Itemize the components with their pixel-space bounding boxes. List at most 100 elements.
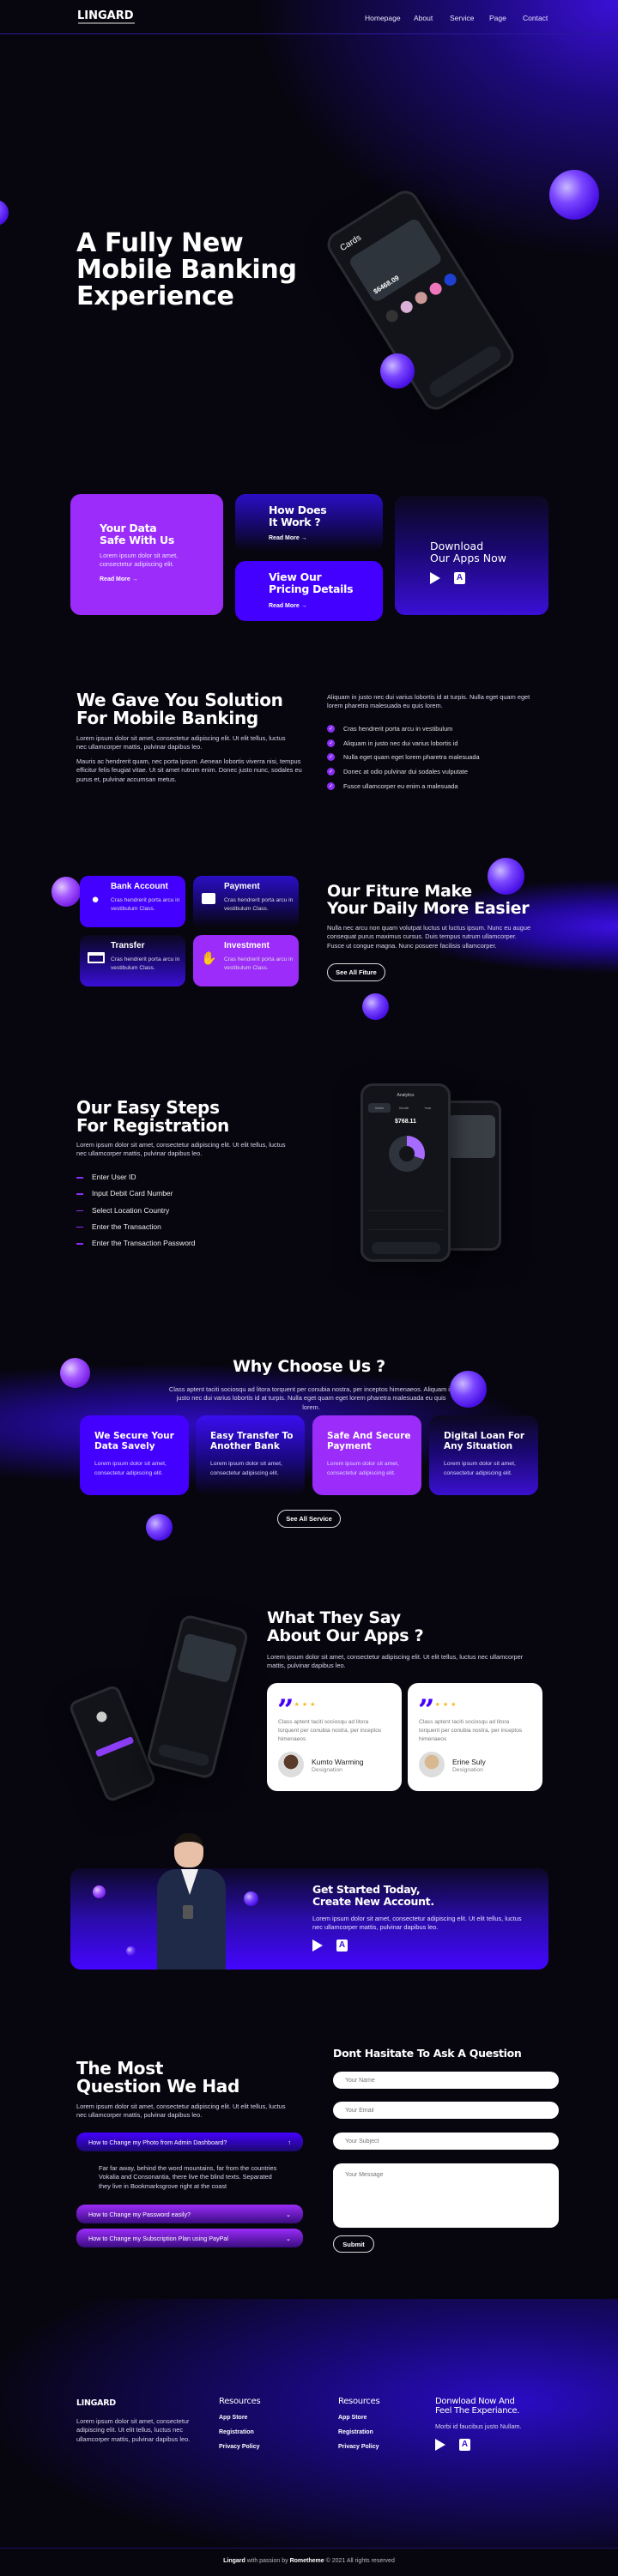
nav-page[interactable]: Page — [489, 14, 506, 22]
contact-title: Dont Hasitate To Ask A Question — [333, 2047, 522, 2060]
submit-button[interactable]: Submit — [333, 2235, 374, 2253]
decorative-sphere — [126, 1946, 136, 1956]
store-icons: A — [312, 1940, 348, 1952]
service-payment[interactable]: Payment Cras hendrerit porta arcu in ves… — [193, 876, 299, 927]
footer-resources-1: Resources — [219, 2397, 261, 2406]
message-textarea[interactable] — [333, 2163, 559, 2228]
steps-desc: Lorem ipsum dolor sit amet, consectetur … — [76, 1141, 286, 1158]
faq-item[interactable]: How to Change my Subscription Plan using… — [76, 2229, 303, 2247]
email-input[interactable] — [333, 2102, 559, 2119]
google-play-icon[interactable] — [312, 1940, 323, 1952]
read-more-link[interactable]: Read More → — [269, 535, 307, 541]
feature-card-pricing[interactable]: View Our Pricing Details Read More → — [235, 561, 383, 621]
woman-with-phone-image — [150, 1831, 231, 1970]
phone-tab: Year — [424, 1106, 432, 1110]
decorative-sphere — [549, 170, 599, 220]
faq-question: How to Change my Subscription Plan using… — [88, 2234, 229, 2242]
why-card[interactable]: We Secure Your Data Savely Lorem ipsum dol… — [80, 1415, 189, 1495]
transfer-phone-mockup — [67, 1683, 158, 1804]
reviewer-role: Designation — [452, 1767, 483, 1773]
read-more-link[interactable]: Read More → — [100, 576, 138, 582]
why-card-title: Safe And Secure Payment — [327, 1431, 411, 1451]
hero-phone-mockup: Cards $6468.09 — [322, 185, 519, 415]
step-item: Select Location Country — [76, 1206, 169, 1215]
service-title: Investment — [224, 941, 270, 950]
feature-card-data-safe[interactable]: Your Data Safe With Us Lorem ipsum dolor … — [70, 494, 223, 615]
service-desc: Cras hendrerit porta arcu in vestibulum … — [111, 956, 180, 971]
nav-contact[interactable]: Contact — [523, 14, 548, 22]
service-transfer[interactable]: Transfer Cras hendrerit porta arcu in ve… — [80, 935, 185, 986]
why-card[interactable]: Digital Loan For Any Situation Lorem ipsum… — [429, 1415, 538, 1495]
footer-link[interactable]: Privacy Policy — [338, 2444, 379, 2450]
cards-phone-mockup — [145, 1613, 250, 1781]
google-play-icon[interactable] — [435, 2439, 445, 2451]
phone-mockup-back — [442, 1101, 501, 1251]
logo-tagline — [78, 22, 135, 24]
service-investment[interactable]: ✋ Investment Cras hendrerit porta arcu i… — [193, 935, 299, 986]
service-desc: Cras hendrerit porta arcu in vestibulum … — [111, 897, 180, 912]
footer-link[interactable]: Privacy Policy — [219, 2444, 259, 2450]
why-card[interactable]: Easy Transfer To Another Bank Lorem ipsum … — [196, 1415, 305, 1495]
faq-question: How to Change my Password easily? — [88, 2210, 191, 2218]
logo[interactable]: LINGARD — [77, 9, 134, 22]
faq-answer: Far far away, behind the word mountains,… — [99, 2164, 277, 2190]
why-card-desc: Lorem ipsum dolor sit amet, consectetur … — [210, 1461, 282, 1476]
google-play-icon[interactable] — [430, 572, 440, 584]
donut-chart — [389, 1136, 425, 1172]
why-card-desc: Lorem ipsum dolor sit amet, consectetur … — [94, 1461, 167, 1476]
decorative-sphere — [244, 1891, 258, 1906]
why-card[interactable]: Safe And Secure Payment Lorem ipsum dolor … — [312, 1415, 421, 1495]
footer-logo[interactable]: LINGARD — [76, 2398, 116, 2408]
phone-amount: $768.11 — [395, 1119, 416, 1125]
faq-item[interactable]: How to Change my Password easily? ⌄ — [76, 2205, 303, 2223]
step-item: Input Debit Card Number — [76, 1189, 173, 1198]
check-list-item: ✓ Fusce ullamcorper eu enim a malesuada — [327, 781, 458, 790]
footer-link[interactable]: Registration — [338, 2429, 373, 2435]
service-title: Payment — [224, 882, 260, 891]
check-list-item: ✓ Cras hendrerit porta arcu in vestibulum — [327, 725, 453, 733]
subject-input[interactable] — [333, 2133, 559, 2150]
hero-glow — [0, 0, 618, 446]
check-list-item: ✓ Donec at odio pulvinar dui sodales vulp… — [327, 768, 469, 776]
footer-download-title: Donwload Now And Feel The Experiance. — [435, 2397, 520, 2416]
hero-title-line: Mobile Banking — [76, 255, 297, 285]
decorative-sphere — [93, 1885, 106, 1898]
why-card-title: Digital Loan For Any Situation — [444, 1431, 525, 1451]
see-all-service-button[interactable]: See All Service — [277, 1510, 341, 1528]
nav-about[interactable]: About — [414, 14, 433, 22]
card-title: How Does It Work ? — [269, 504, 327, 528]
service-desc: Cras hendrerit porta arcu in vestibulum … — [224, 956, 294, 971]
name-input[interactable] — [333, 2072, 559, 2089]
feature-card-how-it-works[interactable]: How Does It Work ? Read More → — [235, 494, 383, 552]
check-circle-icon: ✓ — [327, 753, 335, 762]
app-store-icon[interactable]: A — [336, 1940, 348, 1952]
wallet-icon — [201, 893, 216, 907]
user-icon: ● — [91, 892, 100, 907]
testimonials-desc: Lorem ipsum dolor sit amet, consectetur … — [267, 1653, 524, 1670]
app-store-icon[interactable]: A — [454, 572, 465, 584]
decorative-sphere — [488, 858, 524, 895]
footer-link[interactable]: Registration — [219, 2429, 254, 2435]
read-more-link[interactable]: Read More → — [269, 603, 307, 609]
check-list-item: ✓ Nulla eget quam eget lorem pharetra mal… — [327, 753, 480, 762]
analytics-phone-mockup: Analytics Week Month Year $768.11 — [360, 1083, 451, 1262]
faq-question: How to Change my Photo from Admin Dashbo… — [88, 2138, 227, 2146]
footer-link[interactable]: App Store — [338, 2415, 367, 2421]
nav-service[interactable]: Service — [450, 14, 474, 22]
check-list-item: ✓ Aliquam in justo nec dui varius loborti… — [327, 739, 458, 747]
faq-item-open[interactable]: How to Change my Photo from Admin Dashbo… — [76, 2133, 303, 2151]
why-title: Why Choose Us ? — [233, 1357, 385, 1376]
see-all-fiture-button[interactable]: See All Fiture — [327, 963, 385, 981]
footer-link[interactable]: App Store — [219, 2415, 247, 2421]
service-bank-account[interactable]: ● Bank Account Cras hendrerit porta arcu… — [80, 876, 185, 927]
decorative-sphere — [450, 1371, 487, 1408]
handshake-icon: ✋ — [201, 951, 217, 966]
service-title: Transfer — [111, 941, 145, 950]
testimonial-text: Class aptent taciti sociosqu ad litora t… — [419, 1719, 523, 1742]
app-store-icon[interactable]: A — [459, 2439, 470, 2451]
solution-right-text: Aliquam in justo nec dui varius lobortis… — [327, 693, 530, 710]
footer-col-title: Resources — [338, 2397, 380, 2406]
nav-homepage[interactable]: Homepage — [365, 14, 401, 22]
phone-tab: Week — [368, 1103, 391, 1113]
reviewer-role: Designation — [312, 1767, 342, 1773]
